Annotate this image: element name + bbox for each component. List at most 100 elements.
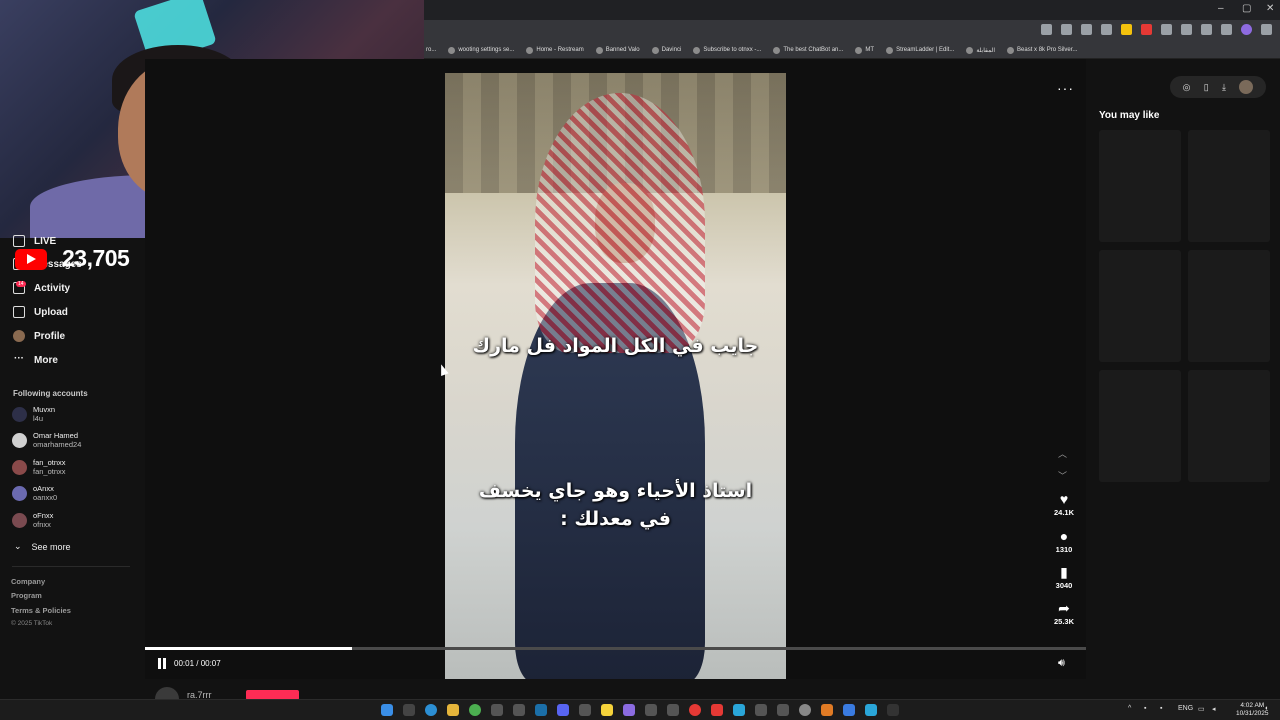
sidebar-item-live[interactable]: LIVE: [13, 235, 56, 247]
comment-button[interactable]: ● 1310: [1048, 528, 1080, 554]
speaker-icon[interactable]: ◂: [1212, 705, 1216, 713]
footer-link-company[interactable]: Company: [11, 577, 45, 586]
app-icon[interactable]: [667, 704, 679, 716]
coins-icon[interactable]: ◎: [1183, 82, 1191, 93]
video-frame[interactable]: جايب في الكل المواد فل مارك استاذ الأحيا…: [445, 73, 786, 679]
bookmark-label: المقابلة: [976, 47, 996, 54]
next-video-icon[interactable]: ﹀: [1058, 469, 1067, 482]
footer-link-terms[interactable]: Terms & Policies: [11, 606, 71, 615]
notifications-icon[interactable]: ◐: [1265, 705, 1269, 712]
app-icon[interactable]: [491, 704, 503, 716]
app-icon[interactable]: [821, 704, 833, 716]
tray-app-icon[interactable]: ▪: [1160, 705, 1162, 712]
more-options-icon[interactable]: ···: [1057, 80, 1074, 96]
extension-diamond-icon[interactable]: [1161, 24, 1172, 35]
following-account[interactable]: oAnxx oanxx0: [12, 484, 57, 502]
extension-shield-icon[interactable]: [1121, 24, 1132, 35]
suggestion-tile[interactable]: [1099, 370, 1181, 482]
bookmark-folder[interactable]: Davinci: [651, 46, 681, 54]
chrome-icon[interactable]: [469, 704, 481, 716]
app-icon[interactable]: [513, 704, 525, 716]
extension-record-icon[interactable]: [1141, 24, 1152, 35]
app-icon[interactable]: [865, 704, 877, 716]
bookmark[interactable]: The best ChatBot an...: [773, 46, 843, 54]
keyboard-app-icon[interactable]: [645, 704, 657, 716]
taskbar-clock[interactable]: 4:02 AM 10/31/2025: [1236, 702, 1269, 718]
tray-app-icon[interactable]: ▪: [1144, 705, 1146, 712]
suggestion-tile[interactable]: [1188, 130, 1270, 242]
tray-chevron-icon[interactable]: ^: [1128, 705, 1131, 712]
save-button[interactable]: ▮ 3040: [1048, 564, 1080, 590]
device-icon[interactable]: ▯: [1204, 82, 1209, 93]
footer-link-program[interactable]: Program: [11, 591, 42, 600]
sidebar-item-upload[interactable]: Upload: [13, 306, 68, 318]
bookmark[interactable]: Banned Valo: [595, 46, 640, 54]
suggestion-tile[interactable]: [1188, 250, 1270, 362]
valorant-icon[interactable]: [711, 704, 723, 716]
edge-icon[interactable]: [425, 704, 437, 716]
bookmark-folder[interactable]: MT: [855, 46, 874, 54]
notepad-icon[interactable]: [843, 704, 855, 716]
bookmark[interactable]: Home - Restream: [526, 46, 584, 54]
app-icon[interactable]: [579, 704, 591, 716]
bookmark[interactable]: المقابلة: [966, 46, 996, 54]
bookmark[interactable]: Subscribe to otnxx -...: [693, 46, 761, 54]
pen-app-icon[interactable]: [623, 704, 635, 716]
start-windows-icon[interactable]: [381, 704, 393, 716]
discord-icon[interactable]: [557, 704, 569, 716]
language-indicator[interactable]: ENG: [1178, 705, 1193, 712]
maximize-button[interactable]: ▢: [1242, 3, 1251, 14]
bookmark[interactable]: StreamLadder | Edit...: [886, 46, 954, 54]
account-handle: ofnxx: [33, 520, 51, 529]
bookmark[interactable]: wooting settings se...: [448, 46, 514, 54]
extension-grid-icon[interactable]: [1181, 24, 1192, 35]
pause-icon[interactable]: [157, 658, 167, 669]
search-icon[interactable]: [403, 704, 415, 716]
suggestion-tile[interactable]: [1099, 250, 1181, 362]
screen: – ▢ ✕ ro... wooting settings se... Home …: [0, 0, 1280, 720]
app-icon[interactable]: [887, 704, 899, 716]
previous-video-icon[interactable]: ︿: [1058, 447, 1067, 460]
bookmark[interactable]: ro...: [426, 47, 436, 53]
like-button[interactable]: ♥ 24.1K: [1048, 491, 1080, 517]
following-account[interactable]: Omar Hamed omarhamed24: [12, 431, 81, 449]
suggestion-tile[interactable]: [1188, 370, 1270, 482]
network-icon[interactable]: ▭: [1198, 705, 1205, 713]
close-window-button[interactable]: ✕: [1266, 3, 1274, 14]
download-icon[interactable]: ⤓: [1222, 82, 1226, 93]
video-progress-bar[interactable]: [145, 647, 1086, 650]
following-account[interactable]: fan_otnxx fan_otnxx: [12, 458, 66, 476]
record-app-icon[interactable]: [689, 704, 701, 716]
see-more-button[interactable]: ⌄ See more: [14, 541, 71, 552]
comment-count: 1310: [1055, 545, 1073, 554]
app-icon[interactable]: [755, 704, 767, 716]
folder-icon: [651, 46, 659, 54]
sticky-notes-icon[interactable]: [601, 704, 613, 716]
user-avatar[interactable]: [1239, 80, 1254, 94]
settings-gear-icon[interactable]: [799, 704, 811, 716]
cast-icon[interactable]: [1041, 24, 1052, 35]
sidebar-item-label: LIVE: [34, 235, 57, 247]
suggestion-tile[interactable]: [1099, 130, 1181, 242]
star-bookmark-icon[interactable]: [1081, 24, 1092, 35]
account-name: oAnxx: [33, 484, 54, 493]
menu-kebab-icon[interactable]: [1261, 24, 1272, 35]
sidebar-item-profile[interactable]: Profile: [13, 330, 65, 342]
steam-icon[interactable]: [535, 704, 547, 716]
following-account[interactable]: Muvxn l4u: [12, 405, 55, 423]
app-icon[interactable]: [777, 704, 789, 716]
zoom-icon[interactable]: [1061, 24, 1072, 35]
app-icon[interactable]: [733, 704, 745, 716]
profile-avatar-icon[interactable]: [1241, 24, 1252, 35]
extension-icon[interactable]: [1101, 24, 1112, 35]
clock-time: 4:02 AM: [1240, 702, 1265, 709]
extensions-puzzle-icon[interactable]: [1201, 24, 1212, 35]
sidepanel-icon[interactable]: [1221, 24, 1232, 35]
volume-icon[interactable]: 🔊︎: [1058, 657, 1065, 670]
bookmark[interactable]: Beast x 8k Pro Silver...: [1007, 46, 1077, 54]
sidebar-item-more[interactable]: ··· More: [13, 354, 58, 366]
share-button[interactable]: ➦ 25.3K: [1048, 600, 1080, 626]
minimize-button[interactable]: –: [1218, 3, 1224, 14]
file-explorer-icon[interactable]: [447, 704, 459, 716]
following-account[interactable]: oFnxx ofnxx: [12, 511, 53, 529]
